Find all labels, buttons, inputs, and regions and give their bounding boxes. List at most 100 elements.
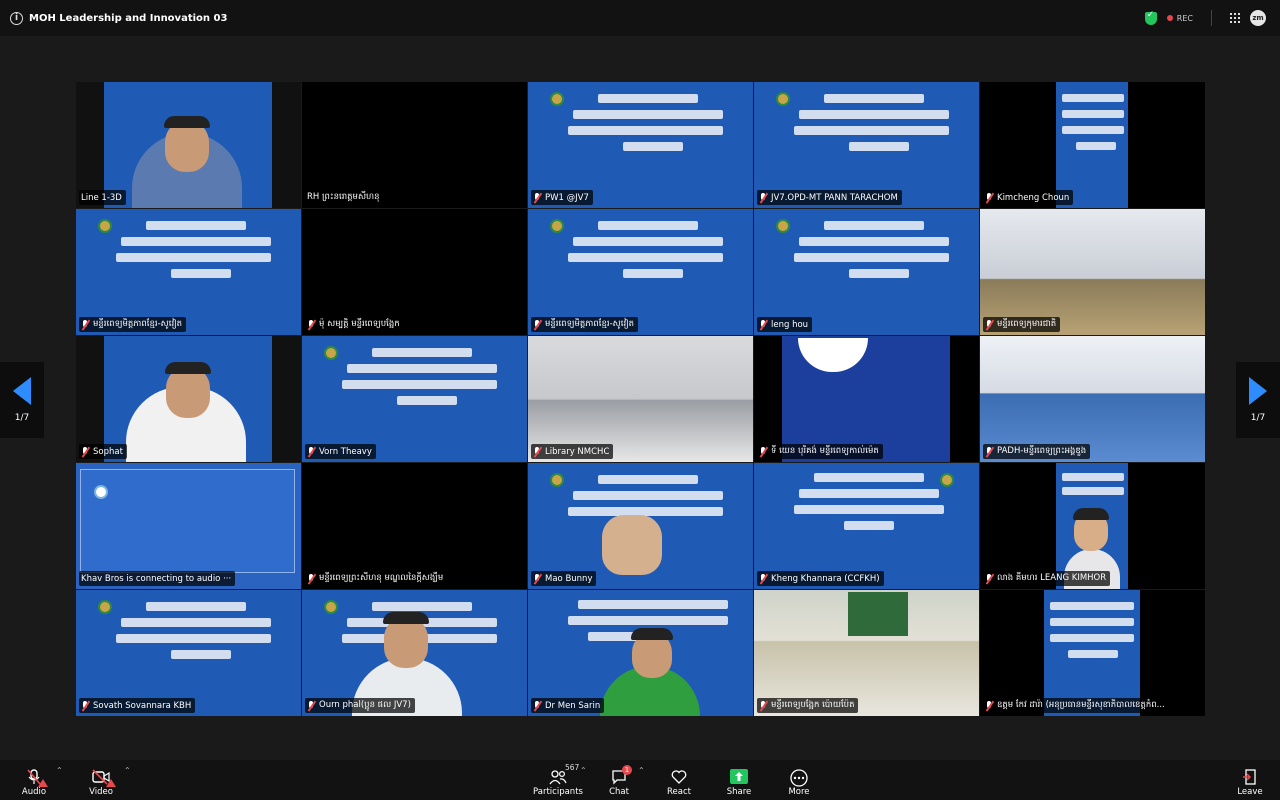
mic-off-icon <box>533 446 542 457</box>
participant-tile[interactable]: Sophat <box>76 336 301 462</box>
participant-name-label: Sophat <box>79 444 127 459</box>
participants-button[interactable]: 567 Participants <box>530 763 586 797</box>
participant-name-label: មន្ទីរពេទ្យកុមារជាតិ <box>983 317 1061 332</box>
mic-off-icon <box>985 192 994 203</box>
more-button[interactable]: More <box>771 763 827 797</box>
mic-off-icon <box>307 446 316 457</box>
mic-off-icon <box>533 192 542 203</box>
participant-name-label: មន្ទីរពេទ្យមិត្តភាពខ្មែរ-សូវៀត <box>79 317 187 332</box>
next-page-button[interactable]: 1/7 <box>1236 362 1280 438</box>
participant-name-label: Kheng Khannara (CCFKH) <box>757 571 884 586</box>
participant-tile[interactable]: មន្ទីរពេទ្យបង្អែក ប៉ោយប៉ែត <box>754 590 979 716</box>
participant-name-label: លាង គីមហរ LEANG KIMHOR <box>983 571 1111 586</box>
participant-tile[interactable]: Khav Bros is connecting to audio ··· <box>76 463 301 589</box>
participant-name-label: PW1 @JV7 <box>531 190 593 205</box>
participants-count: 567 <box>565 763 580 772</box>
video-options-chevron-icon[interactable]: ⌃ <box>124 766 131 775</box>
mic-off-icon <box>759 319 768 330</box>
participant-name-label: ឧត្តម កែវ ដារ៉ា (អនុប្រធានមន្ទីរសុខាភិបា… <box>983 698 1169 713</box>
chat-label: Chat <box>609 787 629 797</box>
info-icon[interactable]: i <box>10 11 23 25</box>
mic-off-icon <box>759 573 768 584</box>
participant-tile[interactable]: leng hou <box>754 209 979 335</box>
react-button[interactable]: React <box>651 763 707 797</box>
participant-tile[interactable]: Library NMCHC <box>528 336 753 462</box>
user-avatar[interactable]: zm <box>1250 10 1266 26</box>
participant-name-label: Ourn phal(ប្អូន ផល JV7) <box>305 698 415 713</box>
participant-tile[interactable]: Vorn Theavy <box>302 336 527 462</box>
encryption-shield-icon[interactable] <box>1144 10 1157 25</box>
video-gallery: Line 1-3D RH ព្រះនរោត្តមសីហនុ PW1 @JV7 J… <box>76 82 1205 717</box>
chat-options-chevron-icon[interactable]: ⌃ <box>638 766 645 775</box>
mic-off-icon <box>81 700 90 711</box>
participants-options-chevron-icon[interactable]: ⌃ <box>580 766 587 775</box>
react-label: React <box>667 787 691 797</box>
participant-tile[interactable]: PW1 @JV7 <box>528 82 753 208</box>
participant-tile[interactable]: Mao Bunny <box>528 463 753 589</box>
participant-tile[interactable]: មន្ទីរពេទ្យមិត្តភាពខ្មែរ-សូវៀត <box>528 209 753 335</box>
participant-name-label: Sovath Sovannara KBH <box>79 698 196 713</box>
participant-tile[interactable]: Dr Men Sarin <box>528 590 753 716</box>
participant-tile[interactable]: Kheng Khannara (CCFKH) <box>754 463 979 589</box>
mic-off-icon <box>985 319 994 330</box>
participant-name-label: ម៉ុ សម្បត្តិ មន្ទីរពេទ្យបង្អែក <box>305 317 404 332</box>
participant-tile[interactable]: Ourn phal(ប្អូន ផល JV7) <box>302 590 527 716</box>
leave-button[interactable]: Leave <box>1222 763 1278 797</box>
participant-name-label: Khav Bros is connecting to audio ··· <box>79 571 236 586</box>
arrow-right-icon <box>1249 377 1267 405</box>
participant-name-label: leng hou <box>757 317 813 332</box>
meeting-title: MOH Leadership and Innovation 03 <box>29 12 228 24</box>
mic-off-icon <box>81 319 90 330</box>
participant-tile[interactable]: Sovath Sovannara KBH <box>76 590 301 716</box>
meeting-toolbar: Audio ⌃ Video ⌃ 567 Participants ⌃ 1 Cha… <box>0 760 1280 800</box>
participant-name-label: មន្ទីរពេទ្យព្រះសីហនុ មណ្ឌលនៃក្តីសង្ឃឹម <box>305 571 448 586</box>
participant-tile[interactable]: PADH-មន្ទីរពេទ្យព្រះអង្គឌួង <box>980 336 1205 462</box>
participant-tile[interactable]: Kimcheng Choun <box>980 82 1205 208</box>
video-label: Video <box>89 787 113 797</box>
audio-options-chevron-icon[interactable]: ⌃ <box>56 766 63 775</box>
participant-tile[interactable]: លាង គីមហរ LEANG KIMHOR <box>980 463 1205 589</box>
mic-off-icon <box>533 319 542 330</box>
mic-off-icon <box>81 446 90 457</box>
participant-tile[interactable]: ទី យេន បុរិគង់ មន្ទីរពេទ្យកាល់ម៉េត <box>754 336 979 462</box>
mic-off-icon <box>533 573 542 584</box>
chat-icon: 1 <box>611 765 632 785</box>
leave-door-icon <box>1241 769 1259 785</box>
participant-tile[interactable]: RH ព្រះនរោត្តមសីហនុ <box>302 82 527 208</box>
participant-tile[interactable]: មន្ទីរពេទ្យកុមារជាតិ <box>980 209 1205 335</box>
participant-tile[interactable]: មន្ទីរពេទ្យព្រះសីហនុ មណ្ឌលនៃក្តីសង្ឃឹម <box>302 463 527 589</box>
mic-off-icon <box>985 573 994 584</box>
participant-name-label: មន្ទីរពេទ្យមិត្តភាពខ្មែរ-សូវៀត <box>531 317 639 332</box>
share-button[interactable]: Share <box>711 763 767 797</box>
participant-tile[interactable]: Line 1-3D <box>76 82 301 208</box>
previous-page-button[interactable]: 1/7 <box>0 362 44 438</box>
participant-name-label: Mao Bunny <box>531 571 597 586</box>
participant-name-label: Kimcheng Choun <box>983 190 1074 205</box>
divider <box>1211 10 1212 26</box>
recording-indicator[interactable]: REC <box>1166 14 1193 23</box>
mic-muted-icon <box>26 769 48 787</box>
participant-name-label: JV7.OPD-MT PANN TARACHOM <box>757 190 902 205</box>
video-off-icon <box>92 769 116 787</box>
page-indicator: 1/7 <box>1250 413 1266 423</box>
participant-tile[interactable]: ឧត្តម កែវ ដារ៉ា (អនុប្រធានមន្ទីរសុខាភិបា… <box>980 590 1205 716</box>
participants-label: Participants <box>533 787 583 797</box>
participant-tile[interactable]: ម៉ុ សម្បត្តិ មន្ទីរពេទ្យបង្អែក <box>302 209 527 335</box>
mic-off-icon <box>307 700 316 711</box>
audio-button[interactable]: Audio <box>6 763 62 797</box>
gallery-view-icon[interactable] <box>1230 13 1240 23</box>
more-dots-icon <box>790 769 808 787</box>
mic-off-icon <box>759 446 768 457</box>
participant-name-label: Vorn Theavy <box>305 444 376 459</box>
mic-off-icon <box>759 192 768 203</box>
page-indicator: 1/7 <box>14 413 30 423</box>
participant-tile[interactable]: មន្ទីរពេទ្យមិត្តភាពខ្មែរ-សូវៀត <box>76 209 301 335</box>
share-screen-icon <box>730 769 748 785</box>
chat-unread-badge: 1 <box>622 765 632 775</box>
audio-label: Audio <box>21 787 47 797</box>
video-button[interactable]: Video <box>73 763 129 797</box>
leave-label: Leave <box>1237 787 1263 797</box>
participant-name-label: ទី យេន បុរិគង់ មន្ទីរពេទ្យកាល់ម៉េត <box>757 444 883 459</box>
participant-tile[interactable]: JV7.OPD-MT PANN TARACHOM <box>754 82 979 208</box>
mic-off-icon <box>759 700 768 711</box>
